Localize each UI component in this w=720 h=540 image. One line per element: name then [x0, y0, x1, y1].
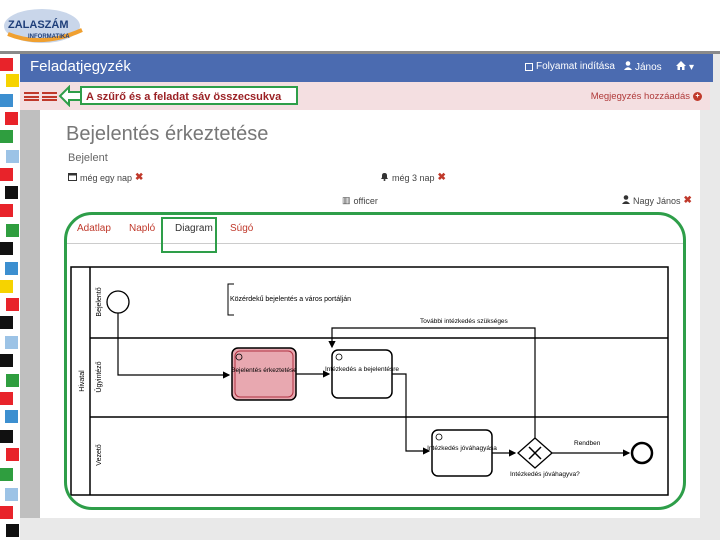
calendar-icon — [68, 172, 77, 183]
collapsed-filter-panel — [20, 54, 40, 518]
app-title[interactable]: Feladatjegyzék — [30, 58, 131, 75]
user-menu[interactable]: János — [624, 61, 662, 73]
add-note-button[interactable]: Megjegyzés hozzáadás + — [591, 91, 702, 102]
callout-label: A szűrő és a feladat sáv összecsukva — [80, 86, 298, 105]
task-title: Bejelentés érkeztetése — [66, 123, 269, 145]
reminder-text: még 3 nap — [392, 172, 435, 183]
start-process-label: Folyamat indítása — [536, 61, 615, 72]
unassign-icon[interactable]: ✖ — [684, 195, 692, 206]
group-icon: ▥ — [342, 195, 351, 205]
decorative-strip — [0, 54, 20, 540]
remove-reminder-icon[interactable]: ✖ — [438, 172, 446, 183]
assignee-name: Nagy János — [633, 195, 681, 206]
task-subtitle: Bejelent — [68, 152, 108, 164]
due-date-text: még egy nap — [80, 172, 133, 183]
assignee: Nagy János ✖ — [622, 195, 692, 206]
home-menu[interactable]: ▾ — [676, 61, 694, 73]
user-icon — [622, 195, 630, 206]
add-note-icon: + — [693, 92, 702, 101]
right-margin — [700, 54, 720, 518]
due-date: még egy nap ✖ — [68, 172, 143, 183]
task-list-toggle-icon[interactable] — [42, 92, 57, 101]
top-navbar: Feladatjegyzék Folyamat indítása János ▾ — [20, 54, 713, 82]
group-text: officer — [353, 195, 378, 206]
callout-arrow-icon — [58, 85, 81, 107]
bell-icon — [380, 172, 389, 183]
company-logo: ZALASZÁM INFORMATIKA — [2, 4, 90, 46]
user-icon — [624, 61, 632, 73]
reminder: még 3 nap ✖ — [380, 172, 446, 183]
form-icon — [525, 62, 533, 71]
start-process-button[interactable]: Folyamat indítása — [525, 61, 615, 72]
add-note-label: Megjegyzés hozzáadás — [590, 91, 690, 102]
caret-down-icon: ▾ — [689, 61, 695, 73]
bottom-margin — [20, 518, 720, 540]
home-icon — [676, 61, 686, 73]
logo-subtext: INFORMATIKA — [28, 34, 70, 40]
diagram-highlight — [64, 212, 686, 510]
candidate-group: ▥ officer — [342, 195, 378, 206]
remove-due-icon[interactable]: ✖ — [135, 172, 143, 183]
logo-text: ZALASZÁM — [8, 18, 69, 31]
user-name: János — [635, 61, 662, 73]
filter-toggle-icon[interactable] — [24, 92, 39, 101]
